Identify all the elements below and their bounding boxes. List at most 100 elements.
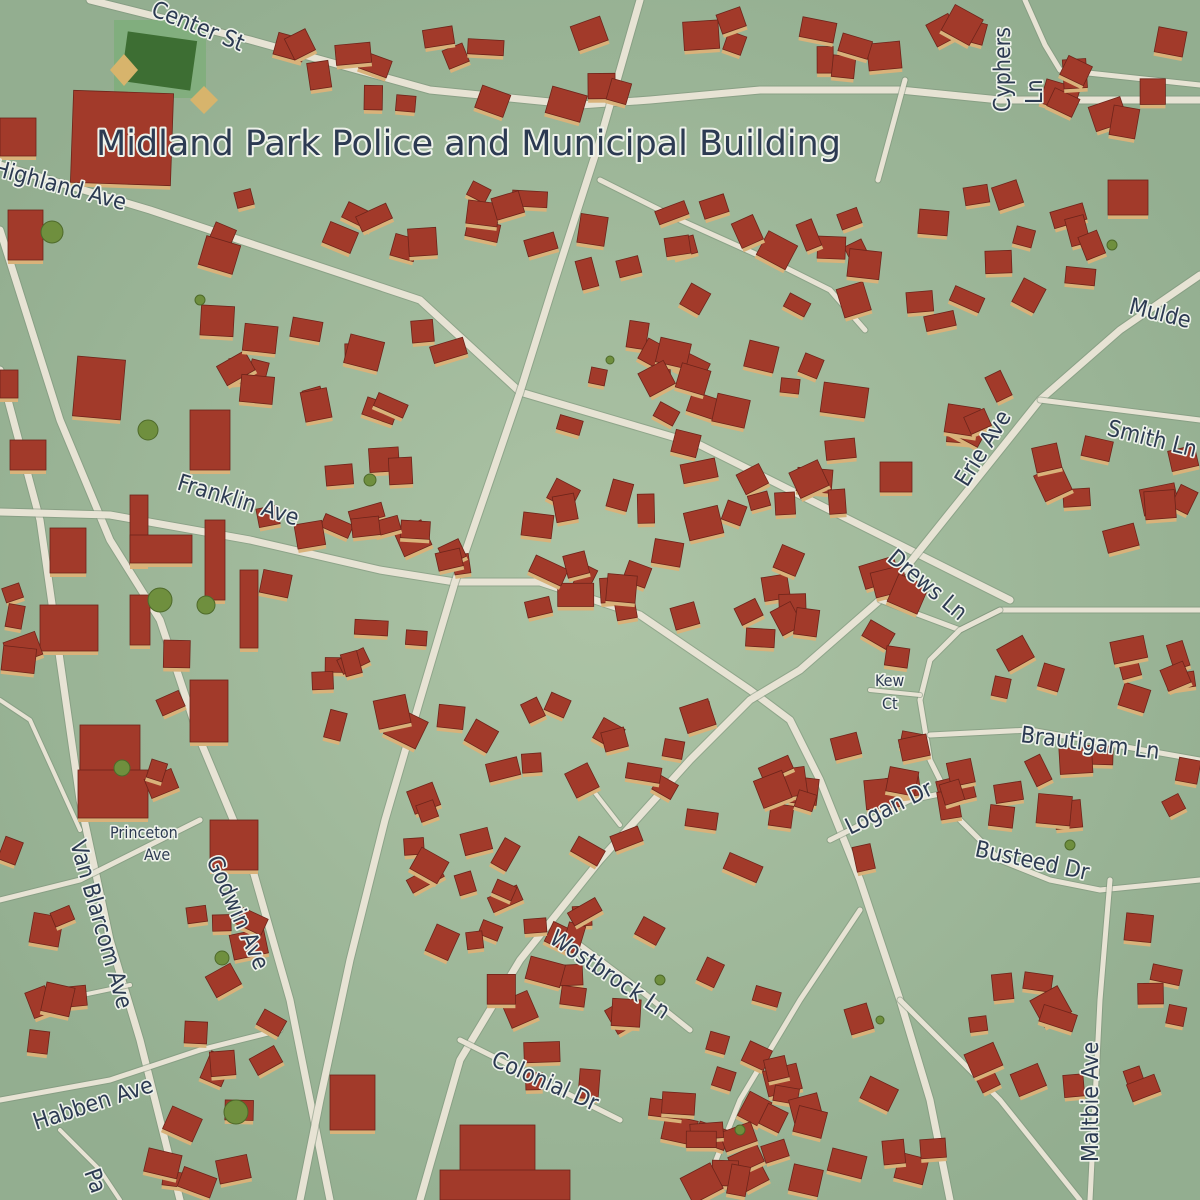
house [816,235,847,264]
street-label-princeton-ave[interactable]: Ave [142,843,172,865]
house-roof [299,387,333,423]
house [990,972,1015,1005]
house-roof [520,752,543,774]
house-roof [1035,793,1073,827]
street-label-maltbie-ave[interactable]: Maltbie Ave [1076,1040,1105,1164]
house-roof [465,930,485,951]
house-roof [881,1138,907,1166]
house-roof [1123,912,1154,944]
house-roof [661,1091,696,1116]
house [866,40,903,75]
tree-icon [147,587,173,613]
house-roof [557,582,595,607]
large-building [239,569,259,652]
house [1139,78,1166,109]
large-building-roof [204,519,226,601]
house [421,25,456,52]
tree-icon [734,1124,746,1136]
large-building [439,1169,571,1200]
house [520,511,555,543]
house [486,974,516,1009]
large-building-roof [7,209,44,261]
house [824,437,857,465]
house [993,780,1025,808]
house-roof [745,627,776,649]
house-roof [905,290,935,314]
large-building [129,594,151,649]
house-roof [1031,442,1063,474]
street-label-cyphers-ln[interactable]: Ln [1020,78,1049,106]
large-building [189,679,229,746]
house [465,930,485,954]
house [306,59,333,94]
tree-icon [223,1099,249,1125]
house [185,904,209,928]
large-building [189,409,231,474]
house [650,538,685,572]
house-roof [824,437,857,461]
house-roof [984,249,1013,275]
house [241,322,279,358]
house [774,491,797,520]
house-roof [650,538,685,568]
house-roof [551,492,579,524]
house [407,226,438,261]
poi-label[interactable]: Midland Park Police and Municipal Buildi… [94,122,843,166]
house [779,377,801,399]
house-roof [587,366,608,387]
house [682,19,721,55]
house-roof [827,488,847,515]
house-roof [774,491,797,516]
house-roof [350,515,381,538]
map-view[interactable]: Midland Park Police and Municipal Buildi… [0,0,1200,1200]
house-roof [466,38,505,57]
house [436,703,466,734]
house-roof [311,670,334,691]
house-roof [1064,266,1097,287]
large-building-roof [879,461,913,493]
house [816,46,834,78]
house [745,627,776,652]
large-building-roof [129,534,193,564]
house [1035,793,1073,830]
map-canvas[interactable]: Midland Park Police and Municipal Buildi… [0,0,1200,1200]
tree-icon [113,759,131,777]
house [881,1138,907,1169]
house [0,645,38,678]
house [1143,489,1177,524]
tree-icon [875,1015,885,1025]
house-roof [1165,1003,1188,1027]
house [350,515,381,542]
street-label-kew-ct[interactable]: Ct [880,692,899,714]
house [523,917,548,938]
large-building-roof [49,527,87,574]
house [685,1130,717,1152]
house-roof [663,234,692,258]
house [363,84,384,114]
house-roof [1022,971,1054,993]
house [684,808,719,835]
street-label-princeton[interactable]: Princeton [108,821,179,843]
street-label-cyphers[interactable]: Cyphers [988,25,1017,113]
house [26,1029,51,1059]
large-building-roof [0,369,19,399]
house-roof [404,629,428,647]
house-roof [407,226,438,258]
house-roof [576,212,609,247]
house-roof [520,511,555,540]
tree-icon [1064,839,1076,851]
house-roof [636,493,656,524]
large-building-roof [239,569,259,649]
house-roof [661,738,686,760]
large-building [329,1074,376,1134]
house [636,493,656,528]
house-roof [306,59,333,91]
large-building-roof [77,769,149,819]
street-label-kew[interactable]: Kew [873,669,906,691]
house-roof [26,1029,51,1055]
house [787,1163,824,1200]
large-building [204,519,226,604]
large-building [72,355,126,424]
house-roof [40,981,76,1018]
house-roof [987,804,1016,829]
